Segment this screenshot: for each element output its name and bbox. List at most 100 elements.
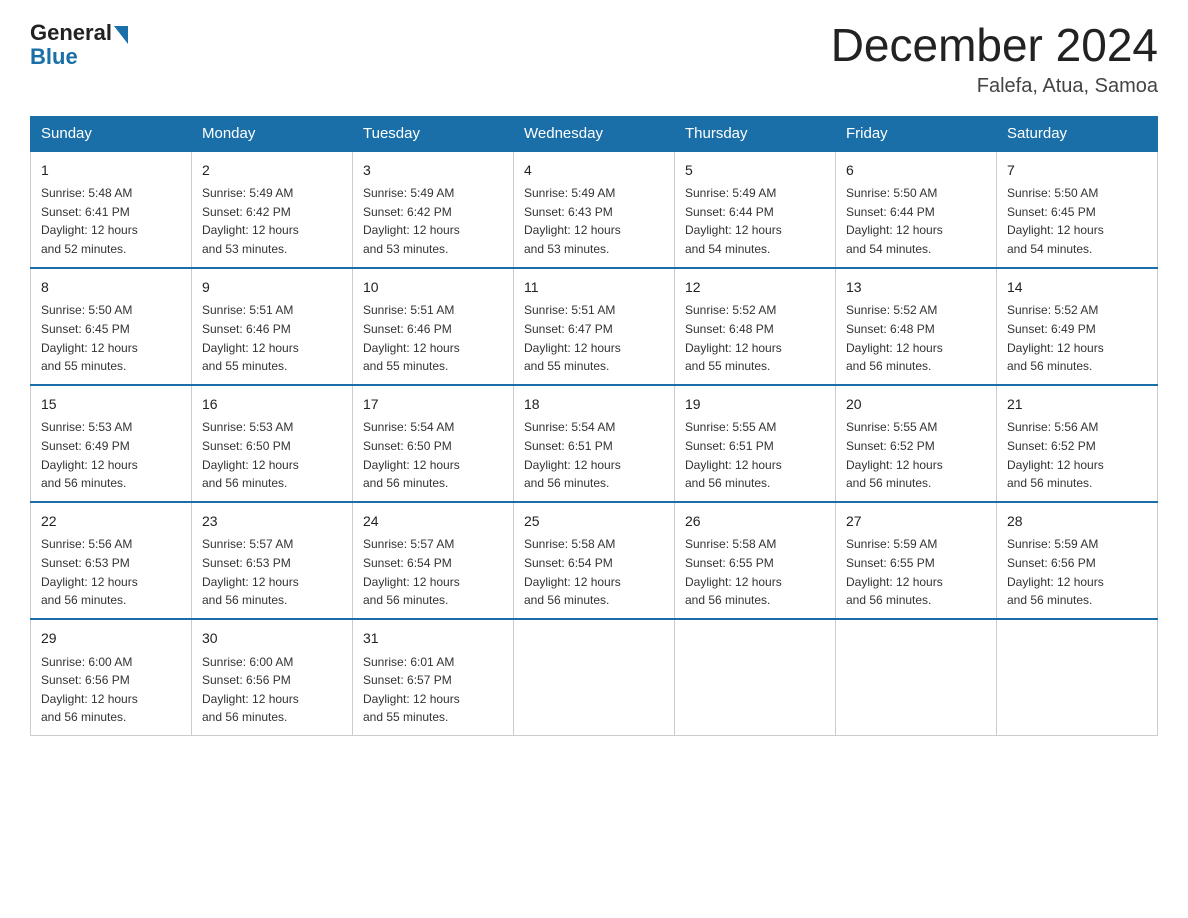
day-info: Sunrise: 5:51 AM Sunset: 6:46 PM Dayligh… [202,301,342,375]
calendar-cell: 3Sunrise: 5:49 AM Sunset: 6:42 PM Daylig… [353,151,514,268]
calendar-cell: 2Sunrise: 5:49 AM Sunset: 6:42 PM Daylig… [192,151,353,268]
day-info: Sunrise: 5:50 AM Sunset: 6:45 PM Dayligh… [41,301,181,375]
day-number: 26 [685,511,825,533]
calendar-cell: 16Sunrise: 5:53 AM Sunset: 6:50 PM Dayli… [192,385,353,502]
day-number: 17 [363,394,503,416]
day-info: Sunrise: 5:48 AM Sunset: 6:41 PM Dayligh… [41,184,181,258]
calendar-cell: 29 Sunrise: 6:00 AM Sunset: 6:56 PM Dayli… [31,619,192,736]
day-number: 14 [1007,277,1147,299]
day-info: Sunrise: 5:52 AM Sunset: 6:49 PM Dayligh… [1007,301,1147,375]
calendar-cell: 7Sunrise: 5:50 AM Sunset: 6:45 PM Daylig… [997,151,1158,268]
day-info: Sunrise: 5:56 AM Sunset: 6:52 PM Dayligh… [1007,418,1147,492]
day-number: 18 [524,394,664,416]
calendar-cell: 28Sunrise: 5:59 AM Sunset: 6:56 PM Dayli… [997,502,1158,619]
calendar-week-row: 8Sunrise: 5:50 AM Sunset: 6:45 PM Daylig… [31,268,1158,385]
calendar-cell: 8Sunrise: 5:50 AM Sunset: 6:45 PM Daylig… [31,268,192,385]
day-info: Sunrise: 6:00 AM Sunset: 6:56 PM Dayligh… [202,653,342,727]
calendar-header-row: SundayMondayTuesdayWednesdayThursdayFrid… [31,116,1158,151]
calendar-cell: 10Sunrise: 5:51 AM Sunset: 6:46 PM Dayli… [353,268,514,385]
page-header: General Blue December 2024 Falefa, Atua,… [30,20,1158,98]
calendar-cell: 6Sunrise: 5:50 AM Sunset: 6:44 PM Daylig… [836,151,997,268]
calendar-cell: 26Sunrise: 5:58 AM Sunset: 6:55 PM Dayli… [675,502,836,619]
day-number: 31 [363,628,503,650]
logo-blue-text: Blue [30,44,78,70]
day-info: Sunrise: 5:58 AM Sunset: 6:54 PM Dayligh… [524,535,664,609]
day-number: 24 [363,511,503,533]
calendar-cell: 9Sunrise: 5:51 AM Sunset: 6:46 PM Daylig… [192,268,353,385]
day-number: 6 [846,160,986,182]
day-info: Sunrise: 5:55 AM Sunset: 6:52 PM Dayligh… [846,418,986,492]
col-header-tuesday: Tuesday [353,116,514,151]
day-info: Sunrise: 5:52 AM Sunset: 6:48 PM Dayligh… [685,301,825,375]
day-number: 15 [41,394,181,416]
calendar-cell: 13Sunrise: 5:52 AM Sunset: 6:48 PM Dayli… [836,268,997,385]
calendar-cell: 24Sunrise: 5:57 AM Sunset: 6:54 PM Dayli… [353,502,514,619]
col-header-saturday: Saturday [997,116,1158,151]
calendar-cell: 31 Sunrise: 6:01 AM Sunset: 6:57 PM Dayli… [353,619,514,736]
calendar-cell [514,619,675,736]
calendar-cell: 14Sunrise: 5:52 AM Sunset: 6:49 PM Dayli… [997,268,1158,385]
col-header-monday: Monday [192,116,353,151]
day-number: 30 [202,628,342,650]
day-number: 4 [524,160,664,182]
day-number: 29 [41,628,181,650]
day-info: Sunrise: 5:58 AM Sunset: 6:55 PM Dayligh… [685,535,825,609]
calendar-cell [836,619,997,736]
day-info: Sunrise: 5:53 AM Sunset: 6:49 PM Dayligh… [41,418,181,492]
day-info: Sunrise: 5:51 AM Sunset: 6:47 PM Dayligh… [524,301,664,375]
calendar-cell [675,619,836,736]
calendar-cell: 1Sunrise: 5:48 AM Sunset: 6:41 PM Daylig… [31,151,192,268]
day-info: Sunrise: 5:49 AM Sunset: 6:43 PM Dayligh… [524,184,664,258]
day-number: 27 [846,511,986,533]
calendar-cell: 18Sunrise: 5:54 AM Sunset: 6:51 PM Dayli… [514,385,675,502]
calendar-cell: 5Sunrise: 5:49 AM Sunset: 6:44 PM Daylig… [675,151,836,268]
day-number: 22 [41,511,181,533]
day-number: 23 [202,511,342,533]
calendar-week-row: 1Sunrise: 5:48 AM Sunset: 6:41 PM Daylig… [31,151,1158,268]
day-info: Sunrise: 5:50 AM Sunset: 6:44 PM Dayligh… [846,184,986,258]
day-number: 3 [363,160,503,182]
day-info: Sunrise: 5:49 AM Sunset: 6:42 PM Dayligh… [202,184,342,258]
calendar-cell: 4Sunrise: 5:49 AM Sunset: 6:43 PM Daylig… [514,151,675,268]
title-block: December 2024 Falefa, Atua, Samoa [831,20,1158,98]
col-header-wednesday: Wednesday [514,116,675,151]
logo-arrow-icon [114,26,128,44]
calendar-cell: 30 Sunrise: 6:00 AM Sunset: 6:56 PM Dayli… [192,619,353,736]
day-info: Sunrise: 5:49 AM Sunset: 6:42 PM Dayligh… [363,184,503,258]
calendar-cell: 17Sunrise: 5:54 AM Sunset: 6:50 PM Dayli… [353,385,514,502]
day-info: Sunrise: 5:59 AM Sunset: 6:56 PM Dayligh… [1007,535,1147,609]
calendar-table: SundayMondayTuesdayWednesdayThursdayFrid… [30,116,1158,736]
day-info: Sunrise: 5:52 AM Sunset: 6:48 PM Dayligh… [846,301,986,375]
day-number: 19 [685,394,825,416]
day-info: Sunrise: 6:00 AM Sunset: 6:56 PM Dayligh… [41,653,181,727]
day-number: 10 [363,277,503,299]
day-number: 7 [1007,160,1147,182]
day-number: 8 [41,277,181,299]
day-number: 9 [202,277,342,299]
day-number: 16 [202,394,342,416]
day-number: 11 [524,277,664,299]
day-info: Sunrise: 5:57 AM Sunset: 6:54 PM Dayligh… [363,535,503,609]
day-info: Sunrise: 5:56 AM Sunset: 6:53 PM Dayligh… [41,535,181,609]
calendar-cell: 20Sunrise: 5:55 AM Sunset: 6:52 PM Dayli… [836,385,997,502]
day-info: Sunrise: 5:55 AM Sunset: 6:51 PM Dayligh… [685,418,825,492]
month-title: December 2024 [831,20,1158,71]
calendar-cell [997,619,1158,736]
day-number: 28 [1007,511,1147,533]
day-info: Sunrise: 5:51 AM Sunset: 6:46 PM Dayligh… [363,301,503,375]
day-info: Sunrise: 5:54 AM Sunset: 6:50 PM Dayligh… [363,418,503,492]
calendar-cell: 21Sunrise: 5:56 AM Sunset: 6:52 PM Dayli… [997,385,1158,502]
calendar-cell: 23Sunrise: 5:57 AM Sunset: 6:53 PM Dayli… [192,502,353,619]
day-number: 12 [685,277,825,299]
day-info: Sunrise: 5:49 AM Sunset: 6:44 PM Dayligh… [685,184,825,258]
calendar-cell: 25Sunrise: 5:58 AM Sunset: 6:54 PM Dayli… [514,502,675,619]
day-info: Sunrise: 5:53 AM Sunset: 6:50 PM Dayligh… [202,418,342,492]
day-info: Sunrise: 6:01 AM Sunset: 6:57 PM Dayligh… [363,653,503,727]
calendar-week-row: 22Sunrise: 5:56 AM Sunset: 6:53 PM Dayli… [31,502,1158,619]
calendar-week-row: 15Sunrise: 5:53 AM Sunset: 6:49 PM Dayli… [31,385,1158,502]
col-header-sunday: Sunday [31,116,192,151]
day-number: 5 [685,160,825,182]
day-info: Sunrise: 5:59 AM Sunset: 6:55 PM Dayligh… [846,535,986,609]
col-header-friday: Friday [836,116,997,151]
day-number: 21 [1007,394,1147,416]
